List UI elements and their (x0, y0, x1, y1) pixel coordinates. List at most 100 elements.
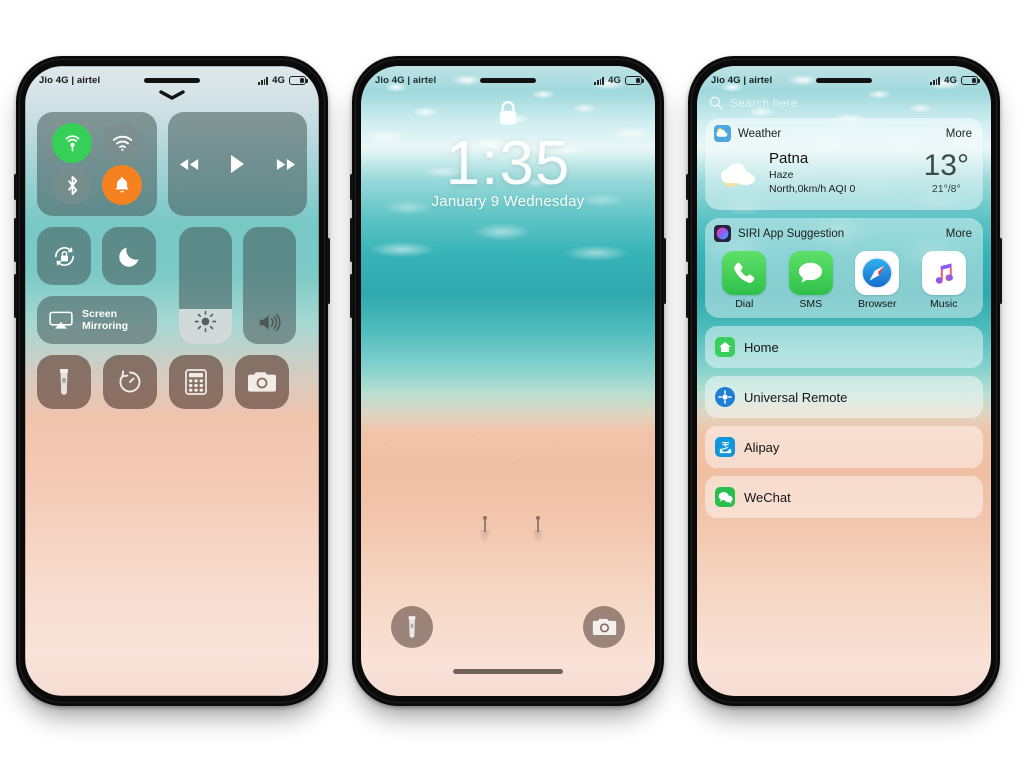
app-sms-label: SMS (799, 298, 823, 310)
power-button[interactable] (327, 238, 330, 304)
speaker-pill-icon (816, 78, 872, 83)
signal-bars-icon (258, 76, 269, 85)
shortcut-calculator[interactable] (169, 355, 223, 409)
battery-icon (961, 76, 980, 85)
weather-widget[interactable]: Weather More Patna Haze North,0km/h AQI … (705, 118, 983, 210)
list-item-home[interactable]: Home (705, 326, 983, 368)
bell-icon (115, 176, 129, 192)
connectivity-tile[interactable] (37, 112, 157, 216)
app-browser-label: Browser (857, 298, 897, 310)
list-item-universal-remote-label: Universal Remote (744, 389, 848, 405)
app-browser[interactable]: Browser (848, 251, 906, 310)
phone-control-center: Jio 4G | airtel 4G Screen Mirroring (14, 56, 330, 706)
lock-camera-button[interactable] (583, 606, 625, 648)
padlock-icon (361, 100, 655, 127)
app-sms[interactable]: SMS (782, 251, 840, 310)
brightness-slider[interactable] (179, 227, 232, 344)
phone-lock-screen: Jio 4G | airtel 4G 1:35 January 9 Wednes… (350, 56, 666, 706)
play-icon[interactable] (229, 154, 246, 174)
screenshot-stage: Jio 4G | airtel 4G Screen Mirroring Jio … (0, 0, 1024, 768)
volume-icon (257, 312, 283, 333)
camera-icon (592, 618, 616, 635)
phone-home-widgets: Jio 4G | airtel 4G Search here Weather M… (686, 56, 1002, 706)
music-note-icon (921, 251, 966, 295)
weather-wind-aqi: North,0km/h AQI 0 (769, 183, 856, 195)
list-item-universal-remote[interactable]: Universal Remote (705, 376, 983, 418)
media-playback-tile[interactable] (168, 112, 307, 216)
screen-lock: Jio 4G | airtel 4G 1:35 January 9 Wednes… (361, 66, 655, 696)
weather-widget-body: Patna Haze North,0km/h AQI 0 13° 21°/8° (705, 147, 983, 210)
siri-widget-header: SIRI App Suggestion More (705, 218, 983, 247)
weather-more-link[interactable]: More (946, 128, 972, 140)
shortcut-timer[interactable] (103, 355, 157, 409)
toggle-rotation-lock[interactable] (37, 227, 91, 285)
power-button[interactable] (663, 238, 666, 304)
screen-widgets: Jio 4G | airtel 4G Search here Weather M… (697, 66, 991, 696)
network-label: 4G (272, 75, 285, 86)
cc-small-tiles (37, 227, 157, 285)
weather-temp-range: 21°/8° (931, 182, 961, 195)
clock-date: January 9 Wednesday (431, 193, 585, 210)
siri-app-row: Dial SMS Browser Music (705, 247, 983, 318)
calculator-icon (185, 369, 207, 395)
chevron-down-icon[interactable] (159, 90, 185, 100)
mute-switch[interactable] (350, 174, 353, 200)
home-indicator[interactable] (453, 669, 563, 674)
network-label: 4G (944, 75, 957, 86)
app-music[interactable]: Music (915, 251, 973, 310)
siri-more-link[interactable]: More (946, 228, 972, 240)
fast-forward-icon[interactable] (276, 158, 296, 171)
search-bar[interactable]: Search here (709, 92, 979, 114)
timer-icon (119, 370, 141, 393)
siri-icon (714, 225, 731, 242)
volume-up-button[interactable] (14, 218, 17, 262)
app-dial-label: Dial (735, 298, 754, 310)
mute-switch[interactable] (14, 174, 17, 200)
airplay-icon (49, 311, 73, 329)
toggle-bluetooth[interactable] (52, 165, 92, 205)
carrier-label: Jio 4G | airtel (375, 75, 437, 86)
mute-switch[interactable] (686, 174, 689, 200)
battery-icon (625, 76, 644, 85)
message-icon (788, 251, 833, 295)
weather-temperature-block: 13° 21°/8° (923, 148, 971, 195)
signal-bars-icon (594, 76, 605, 85)
volume-down-button[interactable] (14, 274, 17, 318)
toggle-airplane-mode[interactable] (52, 123, 92, 163)
flashlight-icon (60, 369, 68, 395)
list-item-wechat[interactable]: WeChat (705, 476, 983, 518)
app-dial[interactable]: Dial (715, 251, 773, 310)
lock-flashlight-button[interactable] (391, 606, 433, 648)
list-item-alipay-label: Alipay (744, 439, 780, 455)
flashlight-icon (408, 616, 416, 638)
speaker-pill-icon (480, 78, 536, 83)
power-button[interactable] (999, 238, 1002, 304)
weather-current-temp: 13° (923, 148, 969, 182)
weather-condition: Haze (769, 169, 794, 181)
search-placeholder: Search here (730, 96, 798, 110)
volume-down-button[interactable] (686, 274, 689, 318)
volume-down-button[interactable] (350, 274, 353, 318)
volume-up-button[interactable] (686, 218, 689, 262)
rewind-icon[interactable] (179, 158, 199, 171)
signal-bars-icon (930, 76, 941, 85)
phone-icon (722, 251, 767, 295)
rotation-lock-icon (54, 246, 74, 266)
volume-up-button[interactable] (350, 218, 353, 262)
siri-suggestion-widget[interactable]: SIRI App Suggestion More Dial SMS Browse… (705, 218, 983, 318)
weather-widget-title: Weather (738, 127, 782, 140)
shortcut-camera[interactable] (235, 355, 289, 409)
screen-mirroring-button[interactable]: Screen Mirroring (37, 296, 157, 344)
wechat-icon (715, 487, 735, 507)
volume-slider[interactable] (243, 227, 296, 344)
toggle-do-not-disturb[interactable] (102, 227, 156, 285)
lock-screen-shortcuts (361, 606, 655, 648)
shortcut-flashlight[interactable] (37, 355, 91, 409)
control-center-panel: Screen Mirroring (37, 112, 307, 420)
battery-icon (289, 76, 308, 85)
toggle-wifi[interactable] (102, 123, 142, 163)
toggle-ringer[interactable] (102, 165, 142, 205)
list-item-alipay[interactable]: Alipay (705, 426, 983, 468)
moon-icon (118, 247, 138, 267)
cc-left-column: Screen Mirroring (37, 227, 157, 344)
